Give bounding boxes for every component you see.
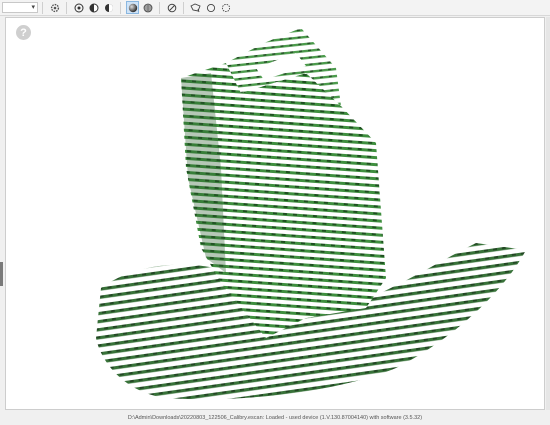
lasso-select-button[interactable] xyxy=(189,1,202,14)
3d-viewport[interactable]: ? xyxy=(5,17,545,410)
view-mode-2-icon xyxy=(89,3,98,12)
circle-select-button[interactable] xyxy=(204,1,217,14)
toolbar: ▾ xyxy=(0,0,550,16)
view-mode-2-button[interactable] xyxy=(87,1,100,14)
lasso-select-icon xyxy=(190,3,201,12)
chevron-down-icon: ▾ xyxy=(31,4,35,11)
shaded-sphere-button[interactable] xyxy=(126,1,139,14)
mesh-sphere-button[interactable] xyxy=(141,1,154,14)
help-icon[interactable]: ? xyxy=(16,25,31,40)
settings-button[interactable] xyxy=(48,1,61,14)
side-panel-handle[interactable] xyxy=(0,262,3,286)
toolbar-separator xyxy=(120,1,121,14)
toolbar-separator xyxy=(159,1,160,14)
view-mode-1-button[interactable] xyxy=(72,1,85,14)
reset-view-button[interactable] xyxy=(219,1,232,14)
shaded-sphere-icon xyxy=(128,3,137,12)
status-text: D:\Admin\Downloads\20220803_122506_Calib… xyxy=(127,414,423,421)
toolbar-separator xyxy=(66,1,67,14)
mesh-sphere-icon xyxy=(143,3,152,12)
toolbar-separator xyxy=(183,1,184,14)
scan-point-cloud xyxy=(96,28,526,400)
view-mode-3-button[interactable] xyxy=(102,1,115,14)
settings-icon xyxy=(50,3,59,12)
circle-select-icon xyxy=(206,3,215,12)
right-scrollbar[interactable] xyxy=(546,17,550,410)
view-mode-1-icon xyxy=(74,3,83,12)
view-dropdown[interactable]: ▾ xyxy=(2,2,38,13)
no-entry-icon xyxy=(167,3,176,12)
status-bar: D:\Admin\Downloads\20220803_122506_Calib… xyxy=(0,410,550,425)
reset-view-icon xyxy=(221,3,230,12)
view-mode-3-icon xyxy=(104,3,113,12)
no-entry-button[interactable] xyxy=(165,1,178,14)
toolbar-separator xyxy=(42,1,43,14)
